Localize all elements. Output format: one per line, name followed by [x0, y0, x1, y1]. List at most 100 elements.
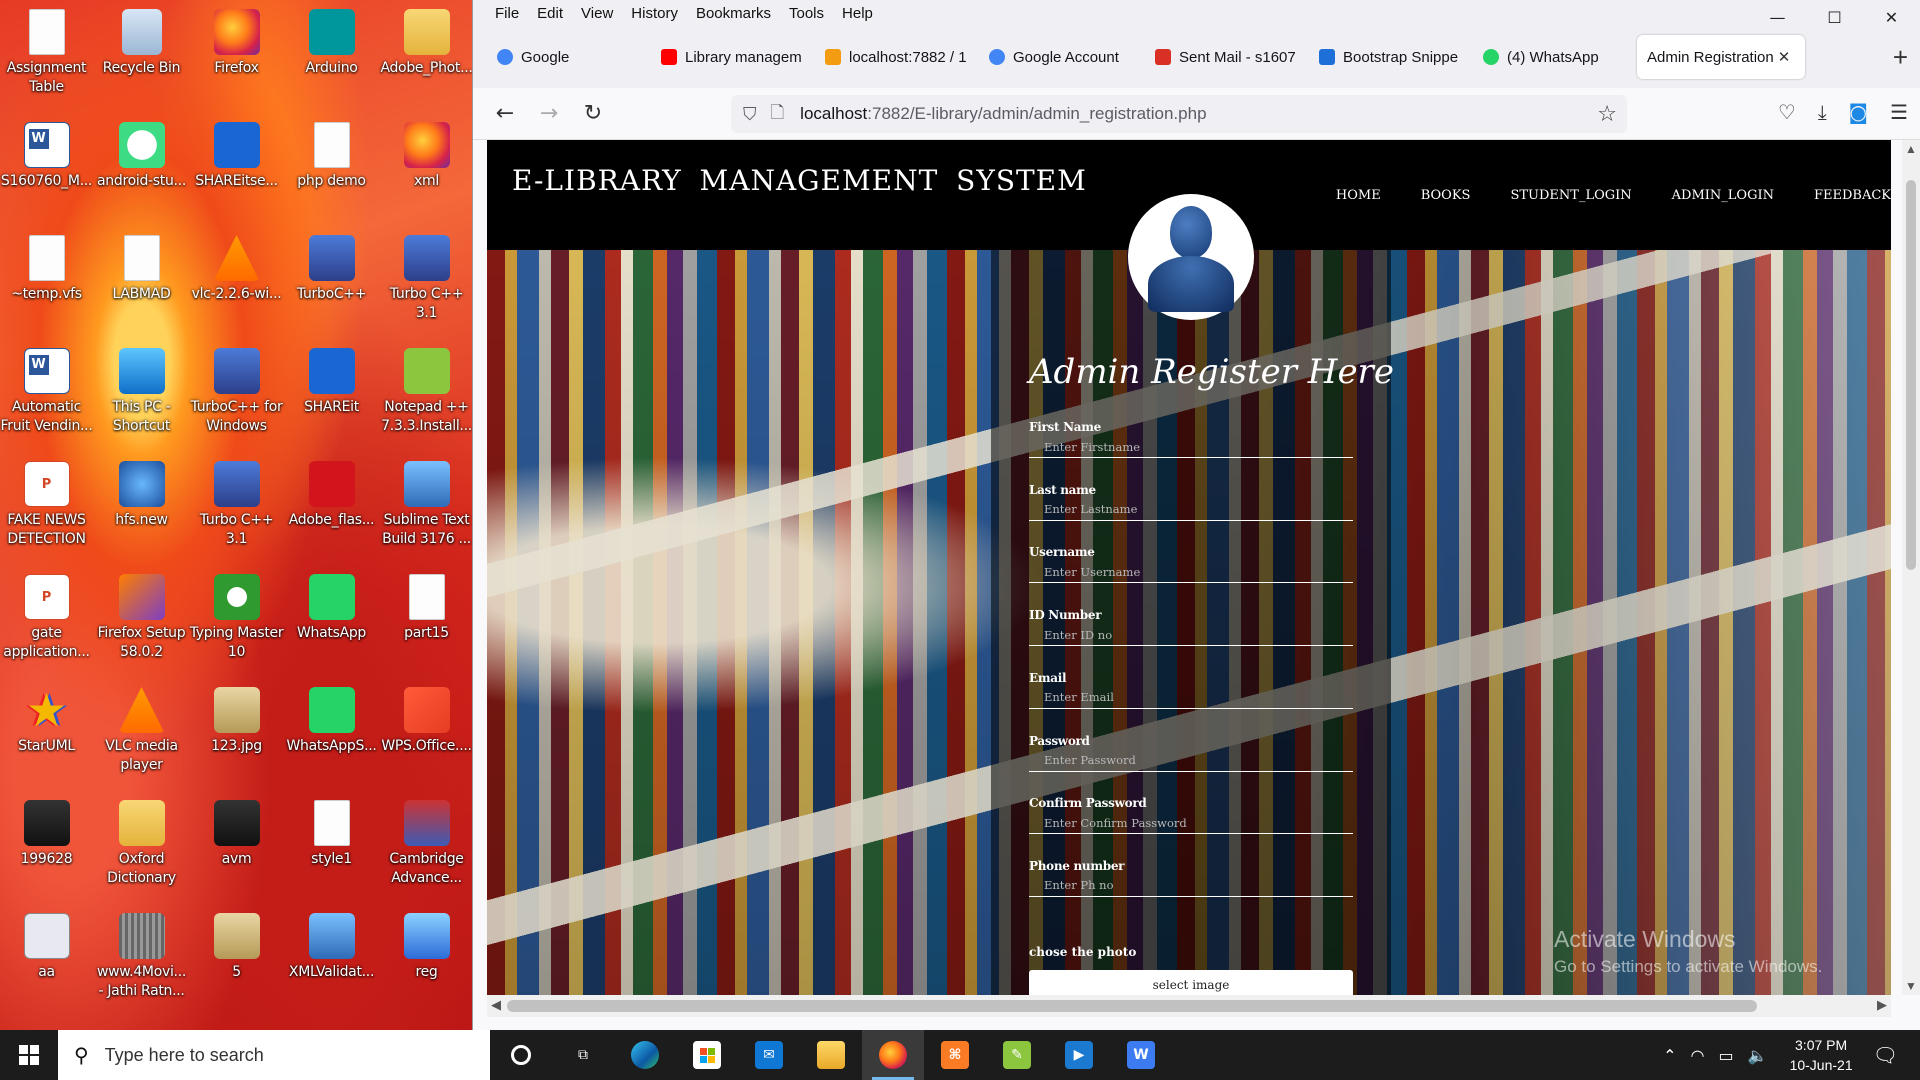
chevron-up-icon[interactable]: ⌃ — [1663, 1046, 1676, 1065]
scroll-up-icon[interactable]: ▲ — [1905, 142, 1917, 156]
desktop-icon[interactable]: xml — [379, 118, 474, 191]
desktop-icon[interactable]: Sublime Text Build 3176 ... — [379, 457, 474, 549]
menu-view[interactable]: View — [581, 5, 613, 22]
browser-tab[interactable]: Google — [487, 35, 645, 79]
nav-feedback[interactable]: FEEDBACK — [1814, 188, 1891, 203]
browser-tab[interactable]: Admin Registration ✕ — [1637, 35, 1805, 79]
desktop-icon[interactable]: TurboC++ for Windows — [189, 344, 284, 436]
nav-books[interactable]: BOOKS — [1421, 188, 1471, 203]
desktop-icon[interactable]: WhatsAppS... — [284, 683, 379, 756]
bookmark-star-icon[interactable]: ☆ — [1597, 101, 1617, 127]
desktop-icon[interactable]: SHAREit — [284, 344, 379, 417]
taskbar-search[interactable]: ⚲ Type here to search — [58, 1030, 490, 1080]
field-input[interactable] — [1029, 749, 1353, 772]
nav-home[interactable]: HOME — [1336, 188, 1381, 203]
battery-icon[interactable]: ▭ — [1719, 1046, 1734, 1065]
pocket-icon[interactable]: ♡ — [1778, 100, 1796, 124]
browser-tab[interactable]: Sent Mail - s1607 — [1145, 35, 1303, 79]
scroll-left-icon[interactable]: ◀ — [491, 997, 501, 1013]
scroll-right-icon[interactable]: ▶ — [1877, 997, 1887, 1013]
desktop-icon[interactable]: Adobe_Phot... — [379, 5, 474, 78]
menu-history[interactable]: History — [631, 5, 678, 22]
desktop-icon[interactable]: TurboC++ — [284, 231, 379, 304]
downloads-icon[interactable]: ⤓ — [1818, 100, 1827, 124]
tracking-protection-icon[interactable]: ⛉ — [743, 104, 757, 125]
desktop-icon[interactable]: style1 — [284, 796, 379, 869]
clock[interactable]: 3:07 PM 10-Jun-21 — [1790, 1035, 1853, 1075]
desktop-icon[interactable]: 123.jpg — [189, 683, 284, 756]
desktop-icon[interactable]: Cambridge Advance... — [379, 796, 474, 888]
xampp-icon[interactable]: ⌘ — [924, 1030, 986, 1080]
close-tab-icon[interactable]: ✕ — [1778, 48, 1791, 66]
desktop-icon[interactable]: www.4Movi... - Jathi Ratn... — [94, 909, 189, 1001]
field-input[interactable] — [1029, 686, 1353, 709]
desktop-icon[interactable]: Assignment Table — [0, 5, 94, 97]
browser-tab[interactable]: Library managem — [651, 35, 809, 79]
volume-icon[interactable]: 🔈 — [1748, 1046, 1768, 1065]
desktop-icon[interactable]: Recycle Bin — [94, 5, 189, 78]
desktop-icon[interactable]: Firefox — [189, 5, 284, 78]
new-tab-icon[interactable]: + — [1893, 42, 1908, 73]
scroll-thumb[interactable] — [1906, 180, 1916, 570]
desktop-icon[interactable]: Turbo C++ 3.1 — [189, 457, 284, 549]
field-input[interactable] — [1029, 561, 1353, 584]
reload-icon[interactable]: ↻ — [571, 96, 615, 132]
desktop-icon[interactable]: WPS.Office.... — [379, 683, 474, 756]
scroll-down-icon[interactable]: ▼ — [1905, 979, 1917, 993]
desktop-icon[interactable]: WhatsApp — [284, 570, 379, 643]
desktop-icon[interactable]: gate application... — [0, 570, 94, 662]
url-bar[interactable]: ⛉ 🗋 localhost:7882/E-library/admin/admin… — [731, 95, 1627, 133]
desktop-icon[interactable]: StarUML — [0, 683, 94, 756]
browser-tab[interactable]: localhost:7882 / 1 — [815, 35, 973, 79]
desktop-icon[interactable]: Firefox Setup 58.0.2 — [94, 570, 189, 662]
menu-edit[interactable]: Edit — [537, 5, 563, 22]
desktop-icon[interactable]: reg — [379, 909, 474, 982]
field-input[interactable] — [1029, 436, 1353, 458]
desktop-icon[interactable]: part15 — [379, 570, 474, 643]
extension-icon[interactable]: ◙ — [1849, 100, 1868, 124]
nav-admin-login[interactable]: ADMIN_LOGIN — [1672, 188, 1774, 203]
desktop-icon[interactable]: Turbo C++ 3.1 — [379, 231, 474, 323]
desktop-icon[interactable]: avm — [189, 796, 284, 869]
desktop-icon[interactable]: 199628 — [0, 796, 94, 869]
field-input[interactable] — [1029, 624, 1353, 647]
vertical-scrollbar[interactable]: ▲ ▼ — [1902, 140, 1920, 995]
select-image-button[interactable]: select image — [1029, 970, 1353, 995]
back-icon[interactable]: ← — [483, 96, 527, 132]
desktop-icon[interactable]: Notepad ++ 7.3.3.Install... — [379, 344, 474, 436]
media-player-icon[interactable]: ▶ — [1048, 1030, 1110, 1080]
desktop-icon[interactable]: 5 — [189, 909, 284, 982]
file-explorer-icon[interactable] — [800, 1030, 862, 1080]
browser-tab[interactable]: Google Account — [979, 35, 1139, 79]
forward-icon[interactable]: → — [527, 96, 571, 132]
desktop-icon[interactable]: VLC media player — [94, 683, 189, 775]
menu-help[interactable]: Help — [842, 5, 873, 22]
nav-student-login[interactable]: STUDENT_LOGIN — [1510, 188, 1631, 203]
desktop-icon[interactable]: Adobe_flas... — [284, 457, 379, 530]
field-input[interactable] — [1029, 874, 1353, 897]
store-icon[interactable] — [676, 1030, 738, 1080]
desktop-icon[interactable]: hfs.new — [94, 457, 189, 530]
firefox-taskbar-icon[interactable] — [862, 1030, 924, 1080]
desktop-icon[interactable]: ~temp.vfs — [0, 231, 94, 304]
hamburger-menu-icon[interactable]: ☰ — [1890, 100, 1908, 124]
desktop-icon[interactable]: Typing Master 10 — [189, 570, 284, 662]
mail-icon[interactable]: ✉ — [738, 1030, 800, 1080]
desktop-icon[interactable]: android-stu... — [94, 118, 189, 191]
desktop-icon[interactable]: S160760_M... — [0, 118, 94, 191]
menu-tools[interactable]: Tools — [789, 5, 824, 22]
desktop-icon[interactable]: This PC - Shortcut — [94, 344, 189, 436]
horizontal-scrollbar[interactable]: ◀ ▶ — [487, 995, 1891, 1017]
field-input[interactable] — [1029, 812, 1353, 835]
menu-bookmarks[interactable]: Bookmarks — [696, 5, 771, 22]
wps-writer-icon[interactable]: W — [1110, 1030, 1172, 1080]
page-info-icon[interactable]: 🗋 — [771, 100, 785, 129]
menu-file[interactable]: File — [495, 5, 519, 22]
desktop-icon[interactable]: FAKE NEWS DETECTION — [0, 457, 94, 549]
scroll-thumb-horizontal[interactable] — [507, 1000, 1757, 1012]
field-input[interactable] — [1029, 498, 1353, 521]
edge-icon[interactable] — [614, 1030, 676, 1080]
browser-tab[interactable]: Bootstrap Snippe — [1309, 35, 1467, 79]
start-button[interactable] — [0, 1030, 58, 1080]
task-view-icon[interactable]: ⧉ — [552, 1030, 614, 1080]
